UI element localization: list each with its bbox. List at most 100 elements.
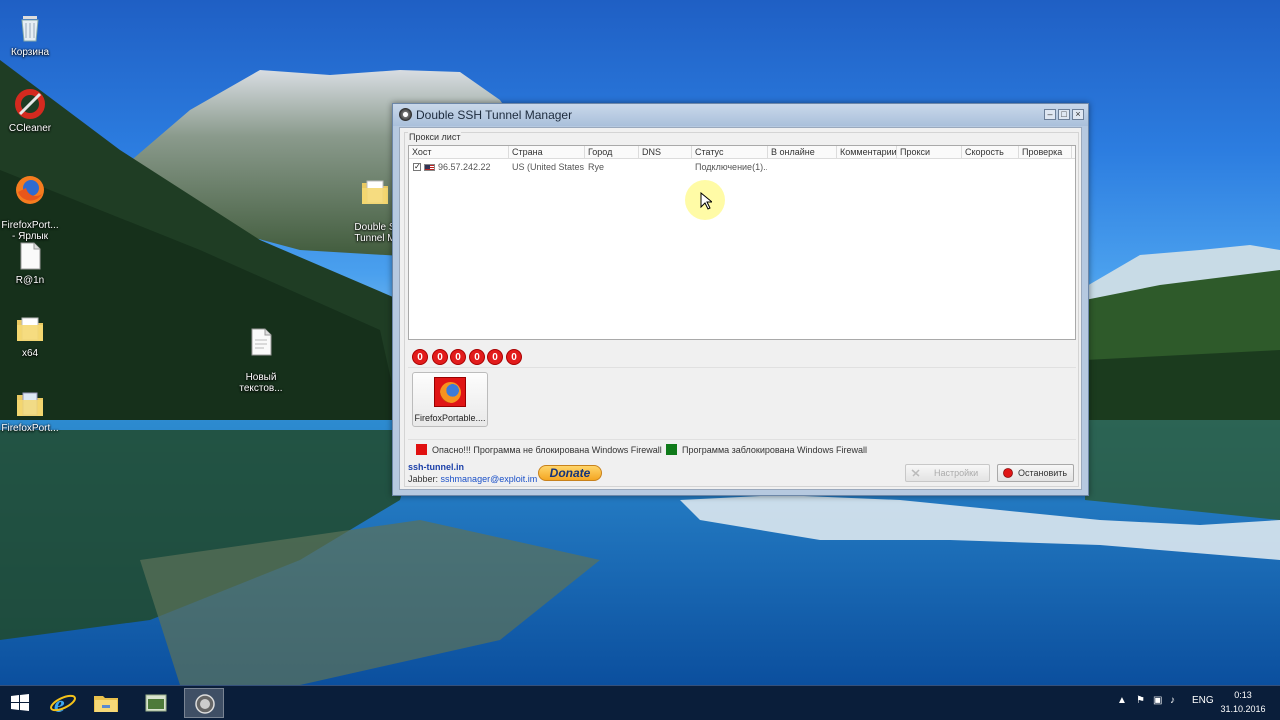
tray-network-icon[interactable]: ▣ (1153, 695, 1162, 706)
jabber-link[interactable]: sshmanager@exploit.im (441, 474, 538, 484)
app-icon (399, 108, 412, 121)
text-file-icon (20, 242, 41, 270)
apps-panel: FirefoxPortable.... (408, 372, 1076, 440)
row-checkbox[interactable]: ✓ (413, 163, 421, 171)
desktop-icon-label: FirefoxPort... (1, 423, 59, 434)
desktop-icon-firefox-shortcut[interactable]: FirefoxPort... - Ярлык (0, 163, 60, 242)
cell-city: Rye (588, 162, 605, 172)
app-launch-label: FirefoxPortable.... (414, 413, 486, 423)
folder-icon (362, 180, 388, 204)
counters-bar: 0 0 0 0 0 0 (408, 344, 1076, 368)
tray-flag-icon[interactable]: ⚑ (1136, 695, 1145, 706)
tray-volume-icon[interactable]: ♪ (1170, 695, 1175, 706)
ok-legend-text: Программа заблокирована Windows Firewall (682, 445, 868, 455)
column-header-host[interactable]: Хост (409, 146, 509, 159)
table-header: Хост Страна Город DNS Статус В онлайне К… (409, 146, 1075, 159)
desktop-icon-label: Корзина (10, 47, 50, 58)
column-header-country[interactable]: Страна (509, 146, 585, 159)
settings-icon (911, 469, 920, 477)
column-header-check[interactable]: Проверка (1019, 146, 1072, 159)
app-window: Double SSH Tunnel Manager – □ × Прокси л… (392, 103, 1089, 496)
firefox-icon (434, 377, 466, 407)
stop-icon (1003, 468, 1013, 478)
taskbar: e ▲ ⚑ ▣ ♪ ENG 0:13 31.10.2016 (0, 685, 1280, 720)
ok-color-swatch (666, 444, 677, 455)
desktop-icon-x64[interactable]: x64 (0, 313, 60, 359)
desktop-icon-label: FirefoxPort... - Ярлык (1, 220, 59, 242)
settings-label: Настройки (934, 468, 979, 478)
proxy-table[interactable]: Хост Страна Город DNS Статус В онлайне К… (408, 145, 1076, 340)
desktop-icon-label: x64 (21, 348, 39, 359)
column-header-dns[interactable]: DNS (639, 146, 692, 159)
counter-badge: 0 (487, 349, 503, 365)
maximize-button[interactable]: □ (1058, 109, 1070, 120)
cell-host: 96.57.242.22 (438, 162, 491, 172)
jabber-line: Jabber: sshmanager@exploit.im (408, 474, 537, 484)
svg-text:e: e (54, 692, 65, 718)
clock-date: 31.10.2016 (1220, 704, 1266, 714)
recycle-bin-icon (21, 16, 39, 42)
column-header-comments[interactable]: Комментарии (837, 146, 897, 159)
stop-button[interactable]: Остановить (997, 464, 1074, 482)
window-titlebar[interactable]: Double SSH Tunnel Manager – □ × (393, 104, 1088, 126)
cell-country: US (United States) (512, 162, 584, 172)
folder-icon (17, 317, 43, 341)
close-button[interactable]: × (1072, 109, 1084, 120)
app-launch-button-firefox[interactable]: FirefoxPortable.... (412, 372, 488, 427)
window-app-icon (145, 694, 167, 712)
desktop-icon-label: CCleaner (8, 123, 52, 134)
windows-logo-icon (11, 694, 29, 711)
desktop-icon-label: Double S Tunnel M (354, 222, 395, 244)
clock-time: 0:13 (1234, 690, 1252, 700)
counter-badge: 0 (412, 349, 428, 365)
window-title: Double SSH Tunnel Manager (416, 108, 573, 122)
firefox-icon (16, 176, 44, 204)
ccleaner-icon (15, 89, 45, 119)
taskbar-internet-explorer[interactable]: e (43, 688, 83, 718)
cell-status: Подключение(1)... (695, 162, 767, 172)
column-header-online[interactable]: В онлайне (768, 146, 837, 159)
tray-clock[interactable]: 0:13 31.10.2016 (1215, 688, 1271, 716)
donate-button[interactable]: Donate (538, 465, 602, 481)
tray-chevron-up-icon[interactable]: ▲ (1117, 695, 1127, 706)
internet-explorer-icon: e (50, 692, 76, 718)
column-header-speed[interactable]: Скорость (962, 146, 1019, 159)
counter-badge: 0 (432, 349, 448, 365)
taskbar-double-ssh[interactable] (184, 688, 224, 718)
desktop-icon-firefoxportable-folder[interactable]: FirefoxPort... (0, 388, 60, 434)
file-explorer-icon (94, 696, 118, 712)
start-button[interactable] (0, 688, 40, 718)
taskbar-app-window[interactable] (136, 688, 176, 718)
firewall-legend: Опасно!!! Программа не блокирована Windo… (408, 441, 1076, 459)
stop-label: Остановить (1018, 468, 1068, 478)
desktop-icon-label: Новый текстов... (239, 372, 283, 394)
counter-badge: 0 (450, 349, 466, 365)
column-header-proxy[interactable]: Прокси (897, 146, 962, 159)
text-file-icon (251, 328, 272, 356)
desktop-icon-r1n[interactable]: R@1n (0, 240, 60, 286)
site-link[interactable]: ssh-tunnel.in (408, 462, 464, 472)
settings-button[interactable]: Настройки (905, 464, 990, 482)
taskbar-file-explorer[interactable] (86, 688, 126, 718)
window-client: Прокси лист Хост Страна Город DNS Статус… (399, 127, 1082, 490)
us-flag-icon (424, 164, 435, 171)
counter-badge: 0 (469, 349, 485, 365)
table-row[interactable]: ✓ 96.57.242.22 US (United States) Rye По… (409, 160, 1075, 174)
desktop-icon-recycle-bin[interactable]: Корзина (0, 12, 60, 58)
tray-language[interactable]: ENG (1192, 695, 1214, 706)
minimize-button[interactable]: – (1044, 109, 1056, 120)
mouse-cursor-icon (700, 192, 712, 210)
jabber-label: Jabber: (408, 474, 439, 484)
desktop-icon-new-text[interactable]: Новый текстов... (231, 315, 291, 394)
column-header-status[interactable]: Статус (692, 146, 768, 159)
desktop-icon-label: R@1n (15, 275, 45, 286)
counter-badge: 0 (506, 349, 522, 365)
window-footer: ssh-tunnel.in Jabber: sshmanager@exploit… (408, 462, 1076, 486)
danger-color-swatch (416, 444, 427, 455)
danger-legend-text: Опасно!!! Программа не блокирована Windo… (432, 445, 662, 455)
double-ssh-icon (195, 694, 215, 714)
folder-icon (17, 392, 43, 416)
group-label: Прокси лист (408, 132, 462, 142)
desktop-icon-ccleaner[interactable]: CCleaner (0, 88, 60, 134)
column-header-city[interactable]: Город (585, 146, 639, 159)
